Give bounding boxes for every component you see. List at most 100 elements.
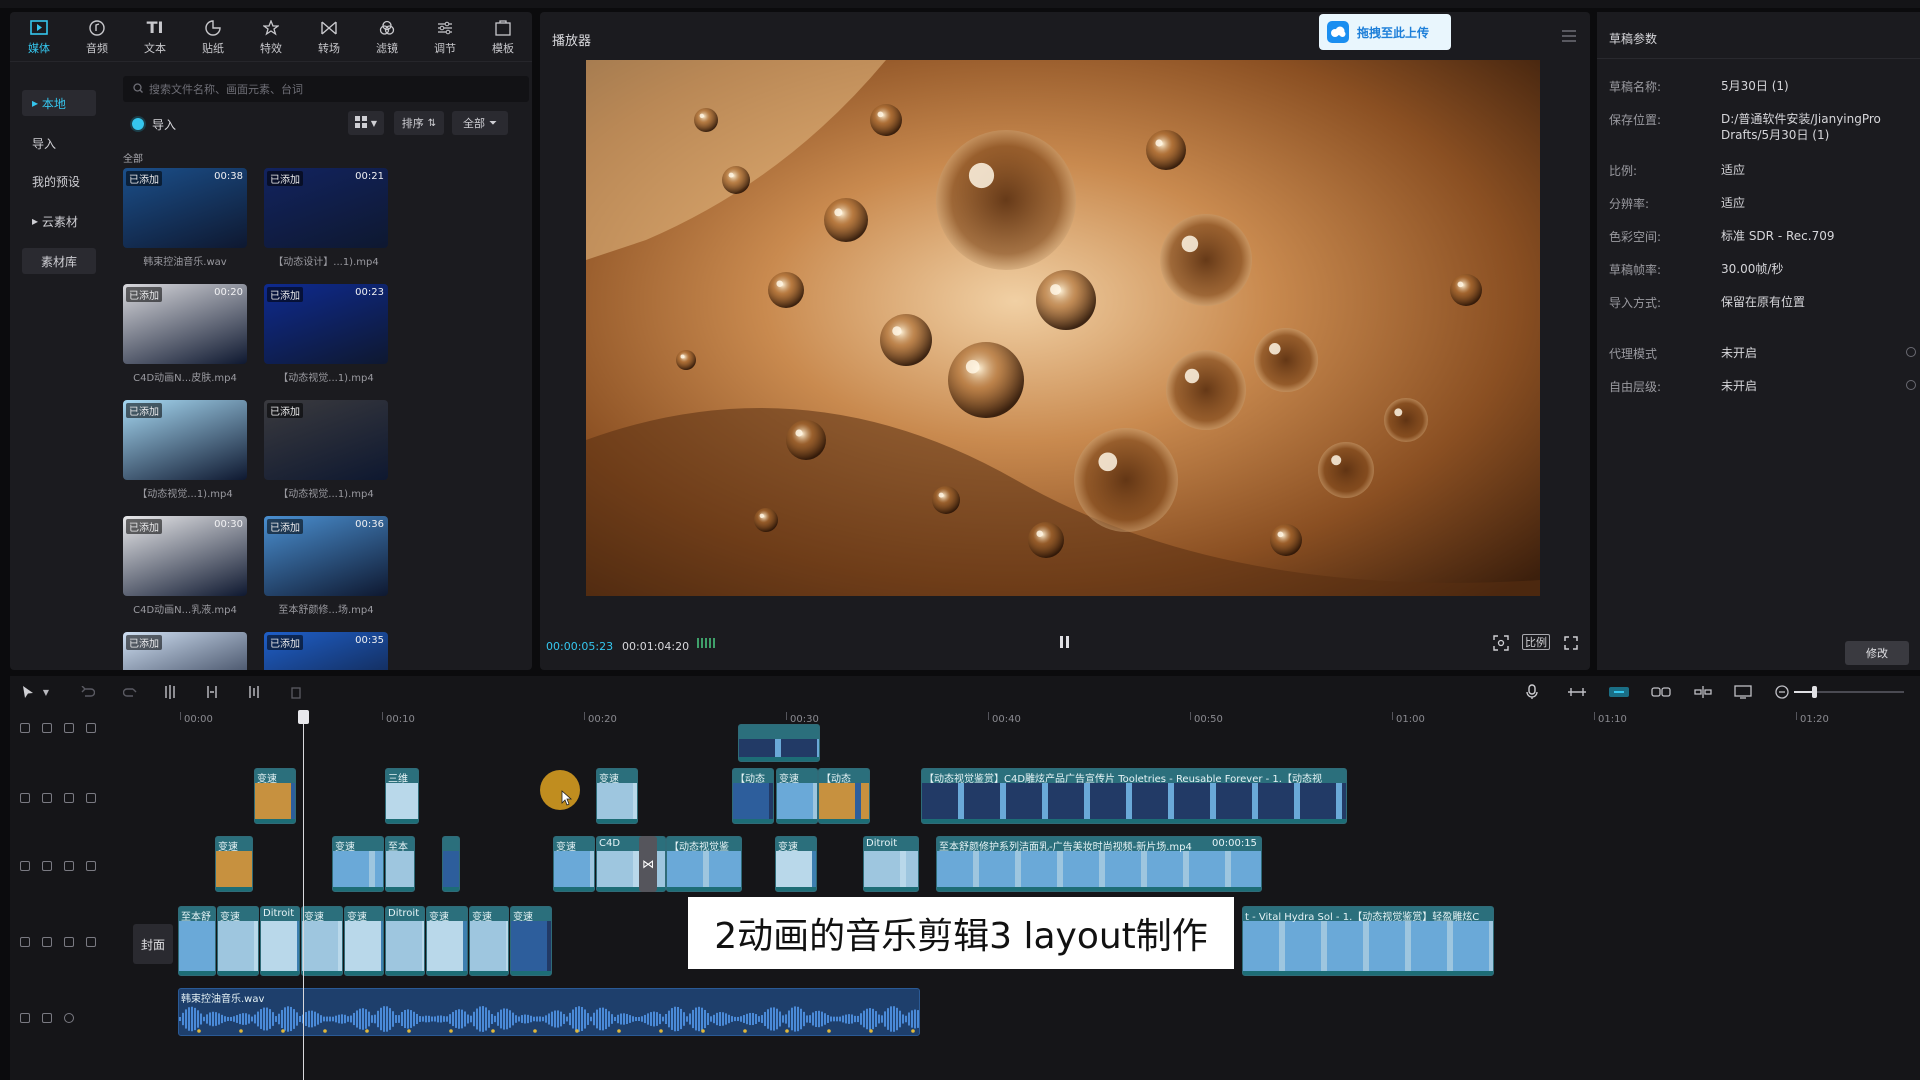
media-thumbnail[interactable]: 已添加 00:20 (123, 284, 247, 364)
timeline-clip[interactable]: 变速 (553, 836, 595, 892)
timeline-clip[interactable]: Ditroit (863, 836, 919, 892)
align-icon[interactable] (1692, 684, 1714, 700)
timeline-clip[interactable] (442, 836, 460, 892)
edit-button[interactable]: 修改 (1845, 641, 1909, 665)
timeline-clip[interactable]: 变速 (426, 906, 468, 976)
help-icon[interactable] (1906, 347, 1916, 357)
upload-button[interactable]: 拖拽至此上传 (1319, 14, 1451, 50)
eye-icon[interactable] (64, 793, 74, 803)
view-toggle-button[interactable]: ▼ (348, 111, 384, 135)
sidebar-item-import[interactable]: 导入 (22, 130, 96, 156)
eye-icon[interactable] (64, 937, 74, 947)
media-thumbnail[interactable]: 已添加 00:21 (264, 168, 388, 248)
timeline-clip[interactable]: 至本舒 (178, 906, 216, 976)
video-preview[interactable] (586, 60, 1540, 596)
track-toggle-icon[interactable] (20, 861, 30, 871)
lock-icon[interactable] (42, 937, 52, 947)
select-tool-icon[interactable] (20, 684, 36, 700)
tab-audio[interactable]: 音频 (68, 12, 126, 62)
fullscreen-icon[interactable] (1562, 634, 1580, 652)
preview-axis-icon[interactable] (1732, 684, 1754, 700)
tab-adjust[interactable]: 调节 (416, 12, 474, 62)
track-toggle-icon[interactable] (20, 937, 30, 947)
screenshot-icon[interactable] (1492, 634, 1510, 652)
split-right-icon[interactable] (246, 684, 262, 700)
cover-button[interactable]: 封面 (133, 924, 173, 964)
time-ruler[interactable]: 00:00 00:10 00:20 00:30 00:40 00:50 01:00 01:10… (180, 710, 1920, 730)
media-thumbnail[interactable]: 已添加 00:35 (264, 632, 388, 670)
tab-effects[interactable]: 特效 (242, 12, 300, 62)
timeline-clip[interactable]: 变速 (775, 836, 817, 892)
lock-icon[interactable] (42, 1013, 52, 1023)
search-input[interactable]: 搜索文件名称、画面元素、台词 (123, 76, 529, 102)
sidebar-item-library[interactable]: 素材库 (22, 248, 96, 274)
transition-marker[interactable]: ⋈ (639, 836, 657, 892)
waveform-icon[interactable] (696, 636, 716, 650)
playhead[interactable] (303, 712, 304, 1080)
import-button[interactable]: 导入 (132, 114, 176, 134)
timeline-clip[interactable]: 变速 (254, 768, 296, 824)
tab-filter[interactable]: 滤镜 (358, 12, 416, 62)
audio-toggle-icon[interactable] (86, 793, 96, 803)
playhead-handle[interactable] (298, 710, 309, 724)
split-left-icon[interactable] (204, 684, 220, 700)
split-icon[interactable] (162, 684, 178, 700)
audio-clip[interactable]: 韩束控油音乐.wav (178, 988, 920, 1036)
sort-button[interactable]: 排序 ⇅ (394, 111, 444, 135)
track-toggle-icon[interactable] (20, 723, 30, 733)
zoom-out-icon[interactable] (1774, 684, 1790, 700)
media-thumbnail[interactable]: 已添加 (264, 400, 388, 480)
redo-icon[interactable] (122, 684, 138, 700)
magnet-snap-icon[interactable] (1608, 684, 1630, 700)
lock-icon[interactable] (42, 861, 52, 871)
speaker-icon[interactable] (64, 1013, 74, 1023)
timeline-clip[interactable]: 变速 (469, 906, 509, 976)
sidebar-item-presets[interactable]: 我的预设 (22, 168, 96, 194)
audio-toggle-icon[interactable] (86, 937, 96, 947)
timeline-clip[interactable]: 变速 (301, 906, 343, 976)
timeline-clip[interactable]: t - Vital Hydra Sol - 1.【动态视觉鉴赏】轻盈雕炫C (1242, 906, 1494, 976)
tab-template[interactable]: 模板 (474, 12, 532, 62)
track-toggle-icon[interactable] (20, 1013, 30, 1023)
zoom-slider[interactable] (1794, 684, 1904, 700)
tab-media[interactable]: 媒体 (10, 12, 68, 62)
chevron-down-icon[interactable]: ▼ (38, 684, 54, 700)
media-thumbnail[interactable]: 已添加 00:38 (123, 168, 247, 248)
menu-icon[interactable] (1562, 30, 1576, 42)
timeline-clip[interactable]: Ditroit (385, 906, 425, 976)
delete-icon[interactable] (288, 684, 304, 700)
media-thumbnail[interactable]: 已添加 (123, 400, 247, 480)
pause-button[interactable] (1060, 636, 1072, 650)
tab-transition[interactable]: 转场 (300, 12, 358, 62)
chain-icon[interactable] (1650, 684, 1672, 700)
timeline-clip[interactable]: 变速 (344, 906, 384, 976)
help-icon[interactable] (1906, 380, 1916, 390)
timeline-clip[interactable]: 【动态视觉鉴 (666, 836, 742, 892)
timeline-clip[interactable]: 【动态 (732, 768, 774, 824)
timeline-clip[interactable]: 变速 (596, 768, 638, 824)
audio-toggle-icon[interactable] (86, 861, 96, 871)
timeline-clip[interactable]: Ditroit (260, 906, 300, 976)
media-thumbnail[interactable]: 已添加 00:30 (123, 516, 247, 596)
lock-icon[interactable] (42, 723, 52, 733)
link-icon[interactable] (1566, 684, 1588, 700)
track-toggle-icon[interactable] (20, 793, 30, 803)
microphone-icon[interactable] (1524, 684, 1540, 700)
timeline-clip[interactable] (738, 724, 820, 762)
ratio-button[interactable]: 比例 (1522, 634, 1550, 650)
lock-icon[interactable] (42, 793, 52, 803)
eye-icon[interactable] (64, 861, 74, 871)
timeline-clip[interactable]: 变速 (332, 836, 384, 892)
tab-text[interactable]: TI 文本 (126, 12, 184, 62)
eye-icon[interactable] (64, 723, 74, 733)
undo-icon[interactable] (80, 684, 96, 700)
sidebar-item-cloud[interactable]: ▸ 云素材 (22, 208, 96, 234)
media-thumbnail[interactable]: 已添加 (123, 632, 247, 670)
timeline-clip[interactable]: 变速 (510, 906, 552, 976)
timeline-clip[interactable]: 【动态视觉鉴赏】C4D雕炫产品广告宣传片 Tooletries - Reusab… (921, 768, 1347, 824)
timeline-clip[interactable]: 三维 (385, 768, 419, 824)
media-thumbnail[interactable]: 已添加 00:23 (264, 284, 388, 364)
timeline-clip[interactable]: 变速 (776, 768, 818, 824)
sidebar-item-local[interactable]: ▸ 本地 (22, 90, 96, 116)
filter-button[interactable]: 全部 ⏷ (452, 111, 508, 135)
